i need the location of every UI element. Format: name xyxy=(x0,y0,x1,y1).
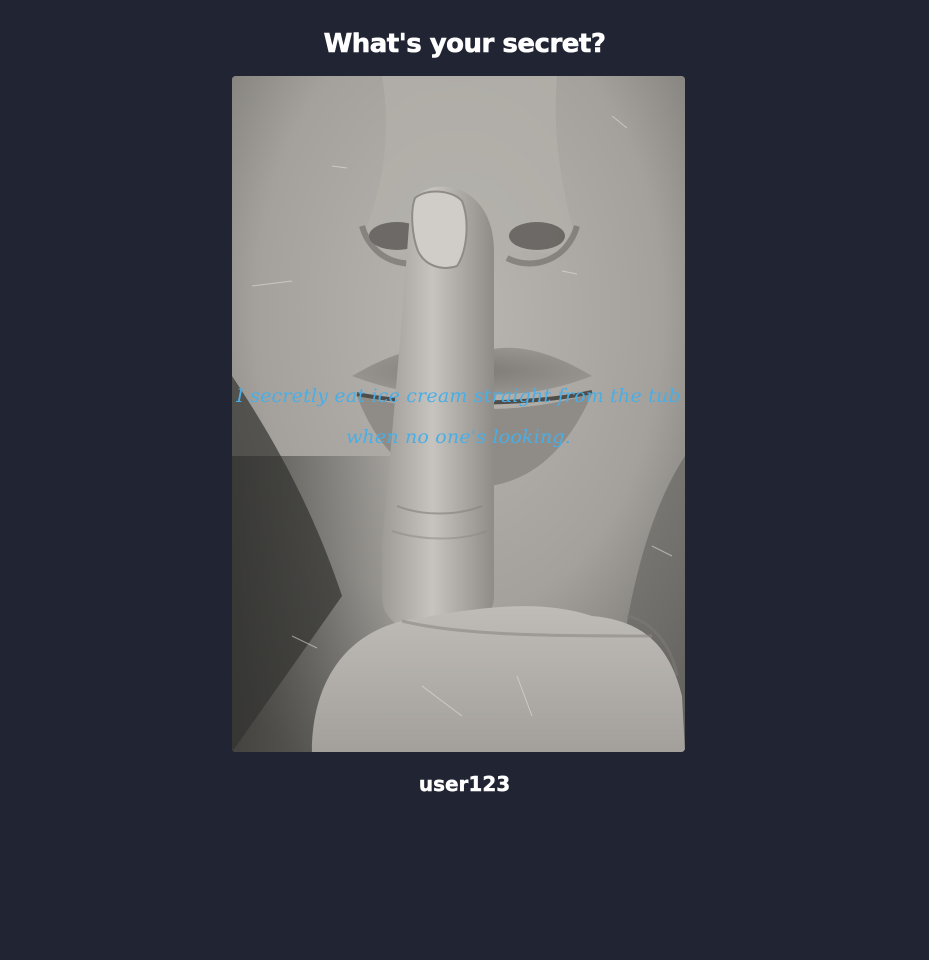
page-title: What's your secret? xyxy=(323,29,606,60)
author-username[interactable]: user123 xyxy=(0,770,929,798)
secret-card[interactable]: I secretly eat ice cream straight from t… xyxy=(232,76,685,752)
page: What's your secret? I secretly eat ice c… xyxy=(0,0,929,960)
secret-text: I secretly eat ice cream straight from t… xyxy=(236,385,681,448)
